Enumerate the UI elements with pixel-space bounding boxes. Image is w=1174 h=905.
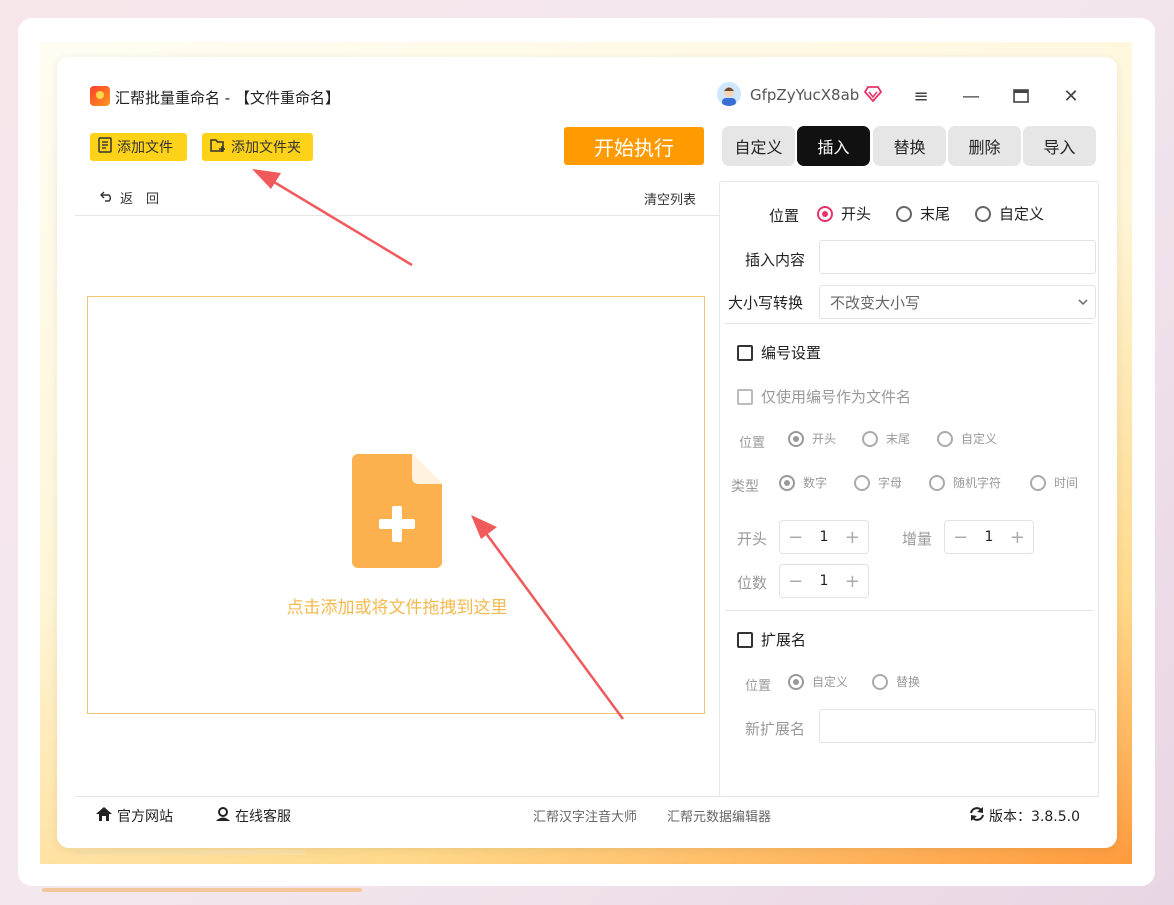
tab-import[interactable]: 导入 xyxy=(1023,126,1096,166)
minimize-icon[interactable]: — xyxy=(956,81,986,111)
version-info[interactable]: 版本：3.8.5.0 xyxy=(969,806,1080,826)
footer-link-1[interactable]: 汇帮汉字注音大师 xyxy=(533,806,637,825)
position-label: 位置 xyxy=(769,207,800,225)
username[interactable]: GfpZyYucX8ab xyxy=(750,86,859,104)
radio-icon xyxy=(779,474,795,491)
radio-icon xyxy=(975,205,991,222)
start-stepper[interactable]: −1 + xyxy=(779,520,869,554)
service-link[interactable]: 在线客服 xyxy=(215,806,291,826)
type-random-radio[interactable]: 随机字符 xyxy=(929,474,1001,491)
type-number-radio[interactable]: 数字 xyxy=(779,474,827,491)
decor-bar xyxy=(42,888,362,892)
close-icon[interactable]: ✕ xyxy=(1056,81,1086,111)
website-link[interactable]: 官方网站 xyxy=(95,806,173,826)
start-label: 开头 xyxy=(737,530,768,548)
type-time-radio[interactable]: 时间 xyxy=(1030,474,1078,491)
vip-badge-icon[interactable] xyxy=(863,86,883,106)
num-position-label: 位置 xyxy=(739,436,766,451)
position-start-radio[interactable]: 开头 xyxy=(817,203,871,224)
digits-label: 位数 xyxy=(737,574,768,592)
radio-icon xyxy=(788,673,804,690)
minus-icon[interactable]: − xyxy=(953,527,968,548)
decor-bar-2 xyxy=(75,850,305,855)
checkbox-icon xyxy=(737,388,753,405)
ext-replace-radio[interactable]: 替换 xyxy=(872,673,920,690)
menu-icon[interactable]: ≡ xyxy=(906,81,936,111)
radio-icon xyxy=(862,430,878,447)
radio-icon xyxy=(817,205,833,222)
radio-icon xyxy=(929,474,945,491)
increment-stepper[interactable]: −1 + xyxy=(944,520,1034,554)
checkbox-icon xyxy=(737,344,753,361)
digits-stepper[interactable]: −1 + xyxy=(779,564,869,598)
extension-checkbox[interactable]: 扩展名 xyxy=(737,629,806,650)
only-number-checkbox[interactable]: 仅使用编号作为文件名 xyxy=(737,386,911,407)
radio-icon xyxy=(896,205,912,222)
divider xyxy=(75,796,1099,797)
support-icon xyxy=(215,806,231,826)
case-label: 大小写转换 xyxy=(728,294,804,312)
num-position-end-radio[interactable]: 末尾 xyxy=(862,430,910,447)
num-position-start-radio[interactable]: 开头 xyxy=(788,430,836,447)
refresh-icon xyxy=(969,806,985,826)
radio-icon xyxy=(1030,474,1046,491)
insert-content-input[interactable] xyxy=(819,240,1096,274)
num-position-custom-radio[interactable]: 自定义 xyxy=(937,430,997,447)
chevron-down-icon xyxy=(1077,294,1089,312)
ext-position-label: 位置 xyxy=(745,679,772,694)
annotation-arrows xyxy=(252,169,625,720)
maximize-icon[interactable] xyxy=(1006,81,1036,111)
divider xyxy=(725,610,1093,611)
ext-custom-radio[interactable]: 自定义 xyxy=(788,673,848,690)
plus-icon[interactable]: + xyxy=(1010,527,1025,548)
new-extension-label: 新扩展名 xyxy=(745,720,806,738)
radio-icon xyxy=(854,474,870,491)
position-end-radio[interactable]: 末尾 xyxy=(896,203,950,224)
plus-icon[interactable]: + xyxy=(845,571,860,592)
type-label: 类型 xyxy=(731,479,759,495)
divider xyxy=(725,323,1093,324)
app-window: 汇帮批量重命名 - 【文件重命名】 GfpZyYucX8ab ≡ — ✕ 添加文… xyxy=(57,57,1117,848)
tab-delete[interactable]: 删除 xyxy=(948,126,1021,166)
radio-icon xyxy=(788,430,804,447)
increment-label: 增量 xyxy=(902,530,933,548)
radio-icon xyxy=(872,673,888,690)
insert-content-label: 插入内容 xyxy=(745,251,806,269)
new-extension-input[interactable] xyxy=(819,709,1096,743)
tab-replace[interactable]: 替换 xyxy=(873,126,946,166)
minus-icon[interactable]: − xyxy=(788,571,803,592)
numbering-checkbox[interactable]: 编号设置 xyxy=(737,342,821,363)
footer-link-2[interactable]: 汇帮元数据编辑器 xyxy=(667,806,771,825)
position-custom-radio[interactable]: 自定义 xyxy=(975,203,1044,224)
checkbox-icon xyxy=(737,631,753,648)
type-letter-radio[interactable]: 字母 xyxy=(854,474,902,491)
home-icon xyxy=(95,806,113,826)
minus-icon[interactable]: − xyxy=(788,527,803,548)
plus-icon[interactable]: + xyxy=(845,527,860,548)
radio-icon xyxy=(937,430,953,447)
case-select[interactable]: 不改变大小写 xyxy=(819,285,1096,319)
tab-insert[interactable]: 插入 xyxy=(797,126,870,166)
case-value: 不改变大小写 xyxy=(830,293,921,312)
